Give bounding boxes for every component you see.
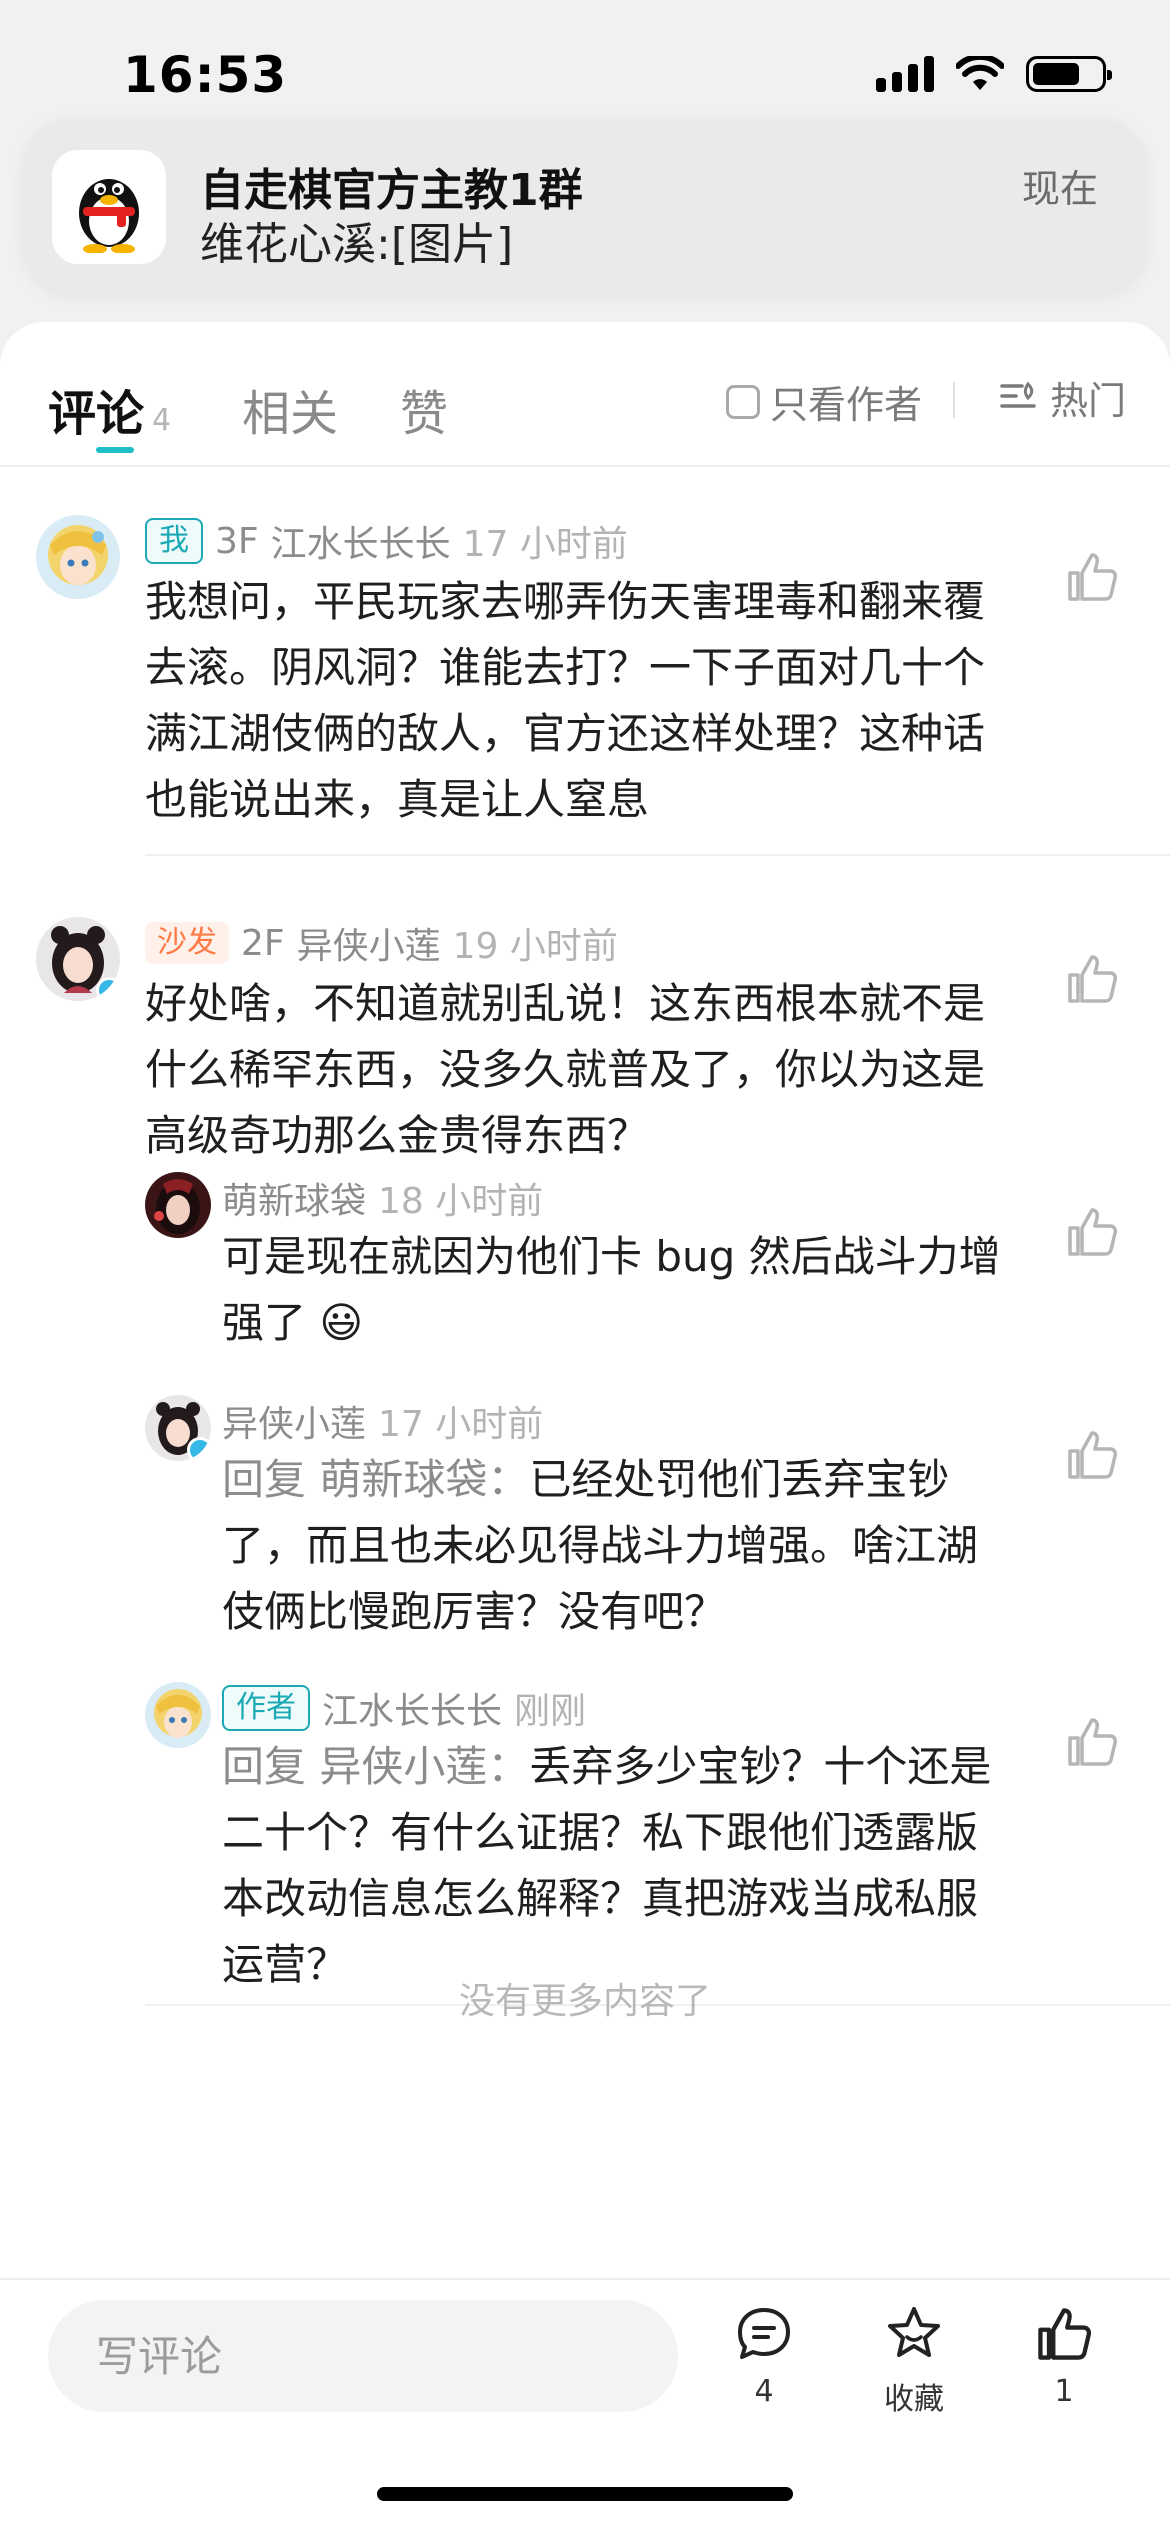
timestamp: 19 小时前: [452, 926, 618, 967]
grinning-emoji: 😃: [319, 1298, 364, 1347]
wifi-icon: [956, 56, 1004, 90]
text-line: 了，而且也未必见得战斗力增强。啥江湖: [222, 1521, 979, 1570]
text-line: 也能说出来，真是让人窒息: [145, 775, 650, 824]
timestamp: 18 小时前: [378, 1181, 544, 1222]
tab-comments[interactable]: 评论 4: [48, 374, 171, 444]
favorite-button[interactable]: 收藏: [859, 2304, 969, 2418]
text-line: 好处啥，不知道就别乱说！这东西根本就不是: [145, 979, 986, 1028]
battery-icon: [1026, 56, 1112, 92]
floor-number: 3F: [215, 520, 259, 562]
thumbs-up-icon[interactable]: [1064, 1204, 1120, 1260]
like-button[interactable]: 1: [1009, 2304, 1119, 2409]
text-line: 去滚。阴风洞？谁能去打？一下子面对几十个: [145, 643, 986, 692]
thumbs-up-icon[interactable]: [1064, 1427, 1120, 1483]
text-line: 本改动信息怎么解释？真把游戏当成私服: [222, 1874, 979, 1923]
comments-sheet: 评论 4 相关 赞 只看作者 热门 我 3F 江水长长长 17 小时前 我想问，…: [0, 322, 1170, 2532]
reply-item: 作者 江水长长长 刚刚 回复 异侠小莲：丢弃多少宝钞？十个还是 二十个？有什么证…: [0, 1682, 1170, 2012]
text-line: 丢弃多少宝钞？十个还是: [529, 1742, 992, 1791]
text-line: 我想问，平民玩家去哪弄伤天害理毒和翻来覆: [145, 577, 986, 626]
comments-count: 4: [754, 2374, 774, 2409]
divider: [145, 854, 1170, 856]
star-icon: [888, 2307, 940, 2357]
cellular-signal-icon: [876, 56, 934, 92]
only-author-label: 只看作者: [770, 383, 923, 427]
notification-banner[interactable]: 自走棋官方主教1群 维花心溪:[图片] 现在: [24, 118, 1146, 292]
avatar[interactable]: [36, 515, 120, 599]
reply-meta: 作者 江水长长长 刚刚: [222, 1682, 586, 1734]
username[interactable]: 江水长长长: [271, 515, 451, 567]
text-line: 高级奇功那么金贵得东西？: [145, 1111, 650, 1160]
likes-count: 1: [1054, 2374, 1074, 2409]
username[interactable]: 江水长长长: [322, 1682, 502, 1734]
tab-related[interactable]: 相关: [242, 374, 338, 444]
no-more-content-text: 没有更多内容了: [458, 1981, 711, 2022]
reply-to-prefix: 回复 萌新球袋：: [222, 1455, 530, 1504]
username[interactable]: 萌新球袋: [222, 1172, 366, 1224]
text-line: 可是现在就因为他们卡 bug 然后战斗力增: [222, 1232, 1001, 1281]
reply-meta: 异侠小莲 17 小时前: [222, 1395, 543, 1447]
divider: [953, 382, 955, 418]
text-line: 二十个？有什么证据？私下跟他们透露版: [222, 1808, 979, 1857]
home-indicator[interactable]: [377, 2487, 793, 2501]
thumbs-up-icon[interactable]: [1064, 951, 1120, 1007]
comment-text[interactable]: 我想问，平民玩家去哪弄伤天害理毒和翻来覆 去滚。阴风洞？谁能去打？一下子面对几十…: [145, 569, 985, 833]
text-line: 强了: [222, 1298, 307, 1347]
sort-hot-label: 热门: [1050, 379, 1127, 423]
reply-text[interactable]: 回复 异侠小莲：丢弃多少宝钞？十个还是 二十个？有什么证据？私下跟他们透露版 本…: [222, 1734, 991, 1998]
thumbs-up-icon: [1038, 2308, 1092, 2360]
tab-comments-count: 4: [152, 403, 172, 438]
tab-comments-label: 评论: [48, 386, 145, 442]
username[interactable]: 异侠小莲: [297, 917, 441, 969]
reply-text[interactable]: 可是现在就因为他们卡 bug 然后战斗力增 强了 😃: [222, 1224, 1001, 1356]
reply-to-prefix: 回复 异侠小莲：: [222, 1742, 530, 1791]
status-icons: [876, 56, 1112, 92]
comment-input[interactable]: [48, 2300, 678, 2412]
text-line: 已经处罚他们丢弃宝钞: [529, 1455, 950, 1504]
avatar[interactable]: [36, 917, 120, 1001]
tab-bar: 评论 4 相关 赞 只看作者 热门: [0, 322, 1170, 467]
reply-meta: 萌新球袋 18 小时前: [222, 1172, 543, 1224]
comment-bubble-icon: [738, 2308, 790, 2359]
verified-badge-icon: [96, 977, 120, 1001]
text-line: 伎俩比慢跑厉害？没有吧？: [222, 1587, 727, 1636]
verified-badge-icon: [187, 1437, 211, 1461]
only-author-toggle[interactable]: 只看作者: [726, 374, 922, 429]
qq-penguin-icon: [52, 150, 166, 264]
sofa-badge: 沙发: [145, 922, 229, 964]
active-tab-indicator: [96, 447, 134, 453]
author-badge: 作者: [222, 1685, 310, 1731]
thumbs-up-icon[interactable]: [1064, 1714, 1120, 1770]
timestamp: 17 小时前: [462, 524, 628, 565]
screen: 16:53 自走棋官方主教1群 维花心溪:[图片] 现在 评论 4 相关 赞 只…: [0, 0, 1170, 2532]
username[interactable]: 异侠小莲: [222, 1395, 366, 1447]
tab-likes[interactable]: 赞: [400, 374, 448, 444]
thumbs-up-icon[interactable]: [1064, 549, 1120, 605]
timestamp: 刚刚: [514, 1691, 587, 1732]
comments-button[interactable]: 4: [709, 2304, 819, 2409]
sort-hot-button[interactable]: 热门: [998, 370, 1126, 425]
notification-time: 现在: [1021, 167, 1098, 211]
comment-meta: 沙发 2F 异侠小莲 19 小时前: [145, 917, 618, 969]
sort-icon: [1000, 381, 1036, 408]
checkbox-icon: [726, 384, 760, 419]
reply-item: 萌新球袋 18 小时前 可是现在就因为他们卡 bug 然后战斗力增 强了 😃: [0, 1172, 1170, 1392]
avatar[interactable]: [145, 1172, 211, 1238]
avatar[interactable]: [145, 1682, 211, 1748]
comment-text[interactable]: 好处啥，不知道就别乱说！这东西根本就不是 什么稀罕东西，没多久就普及了，你以为这…: [145, 971, 985, 1169]
text-line: 满江湖伎俩的敌人，官方还这样处理？这种话: [145, 709, 986, 758]
reply-item: 异侠小莲 17 小时前 回复 萌新球袋：已经处罚他们丢弃宝钞 了，而且也未必见得…: [0, 1395, 1170, 1675]
notification-body: 维花心溪:[图片]: [200, 219, 514, 270]
me-badge: 我: [145, 518, 203, 564]
comment-item: 我 3F 江水长长长 17 小时前 我想问，平民玩家去哪弄伤天害理毒和翻来覆 去…: [0, 507, 1170, 862]
text-line: 什么稀罕东西，没多久就普及了，你以为这是: [145, 1045, 986, 1094]
favorite-label: 收藏: [884, 2382, 944, 2417]
floor-number: 2F: [241, 922, 285, 964]
reply-text[interactable]: 回复 萌新球袋：已经处罚他们丢弃宝钞 了，而且也未必见得战斗力增强。啥江湖 伎俩…: [222, 1447, 978, 1645]
status-time: 16:53: [123, 46, 288, 104]
comment-meta: 我 3F 江水长长长 17 小时前: [145, 515, 628, 567]
timestamp: 17 小时前: [378, 1404, 544, 1445]
avatar[interactable]: [145, 1395, 211, 1461]
